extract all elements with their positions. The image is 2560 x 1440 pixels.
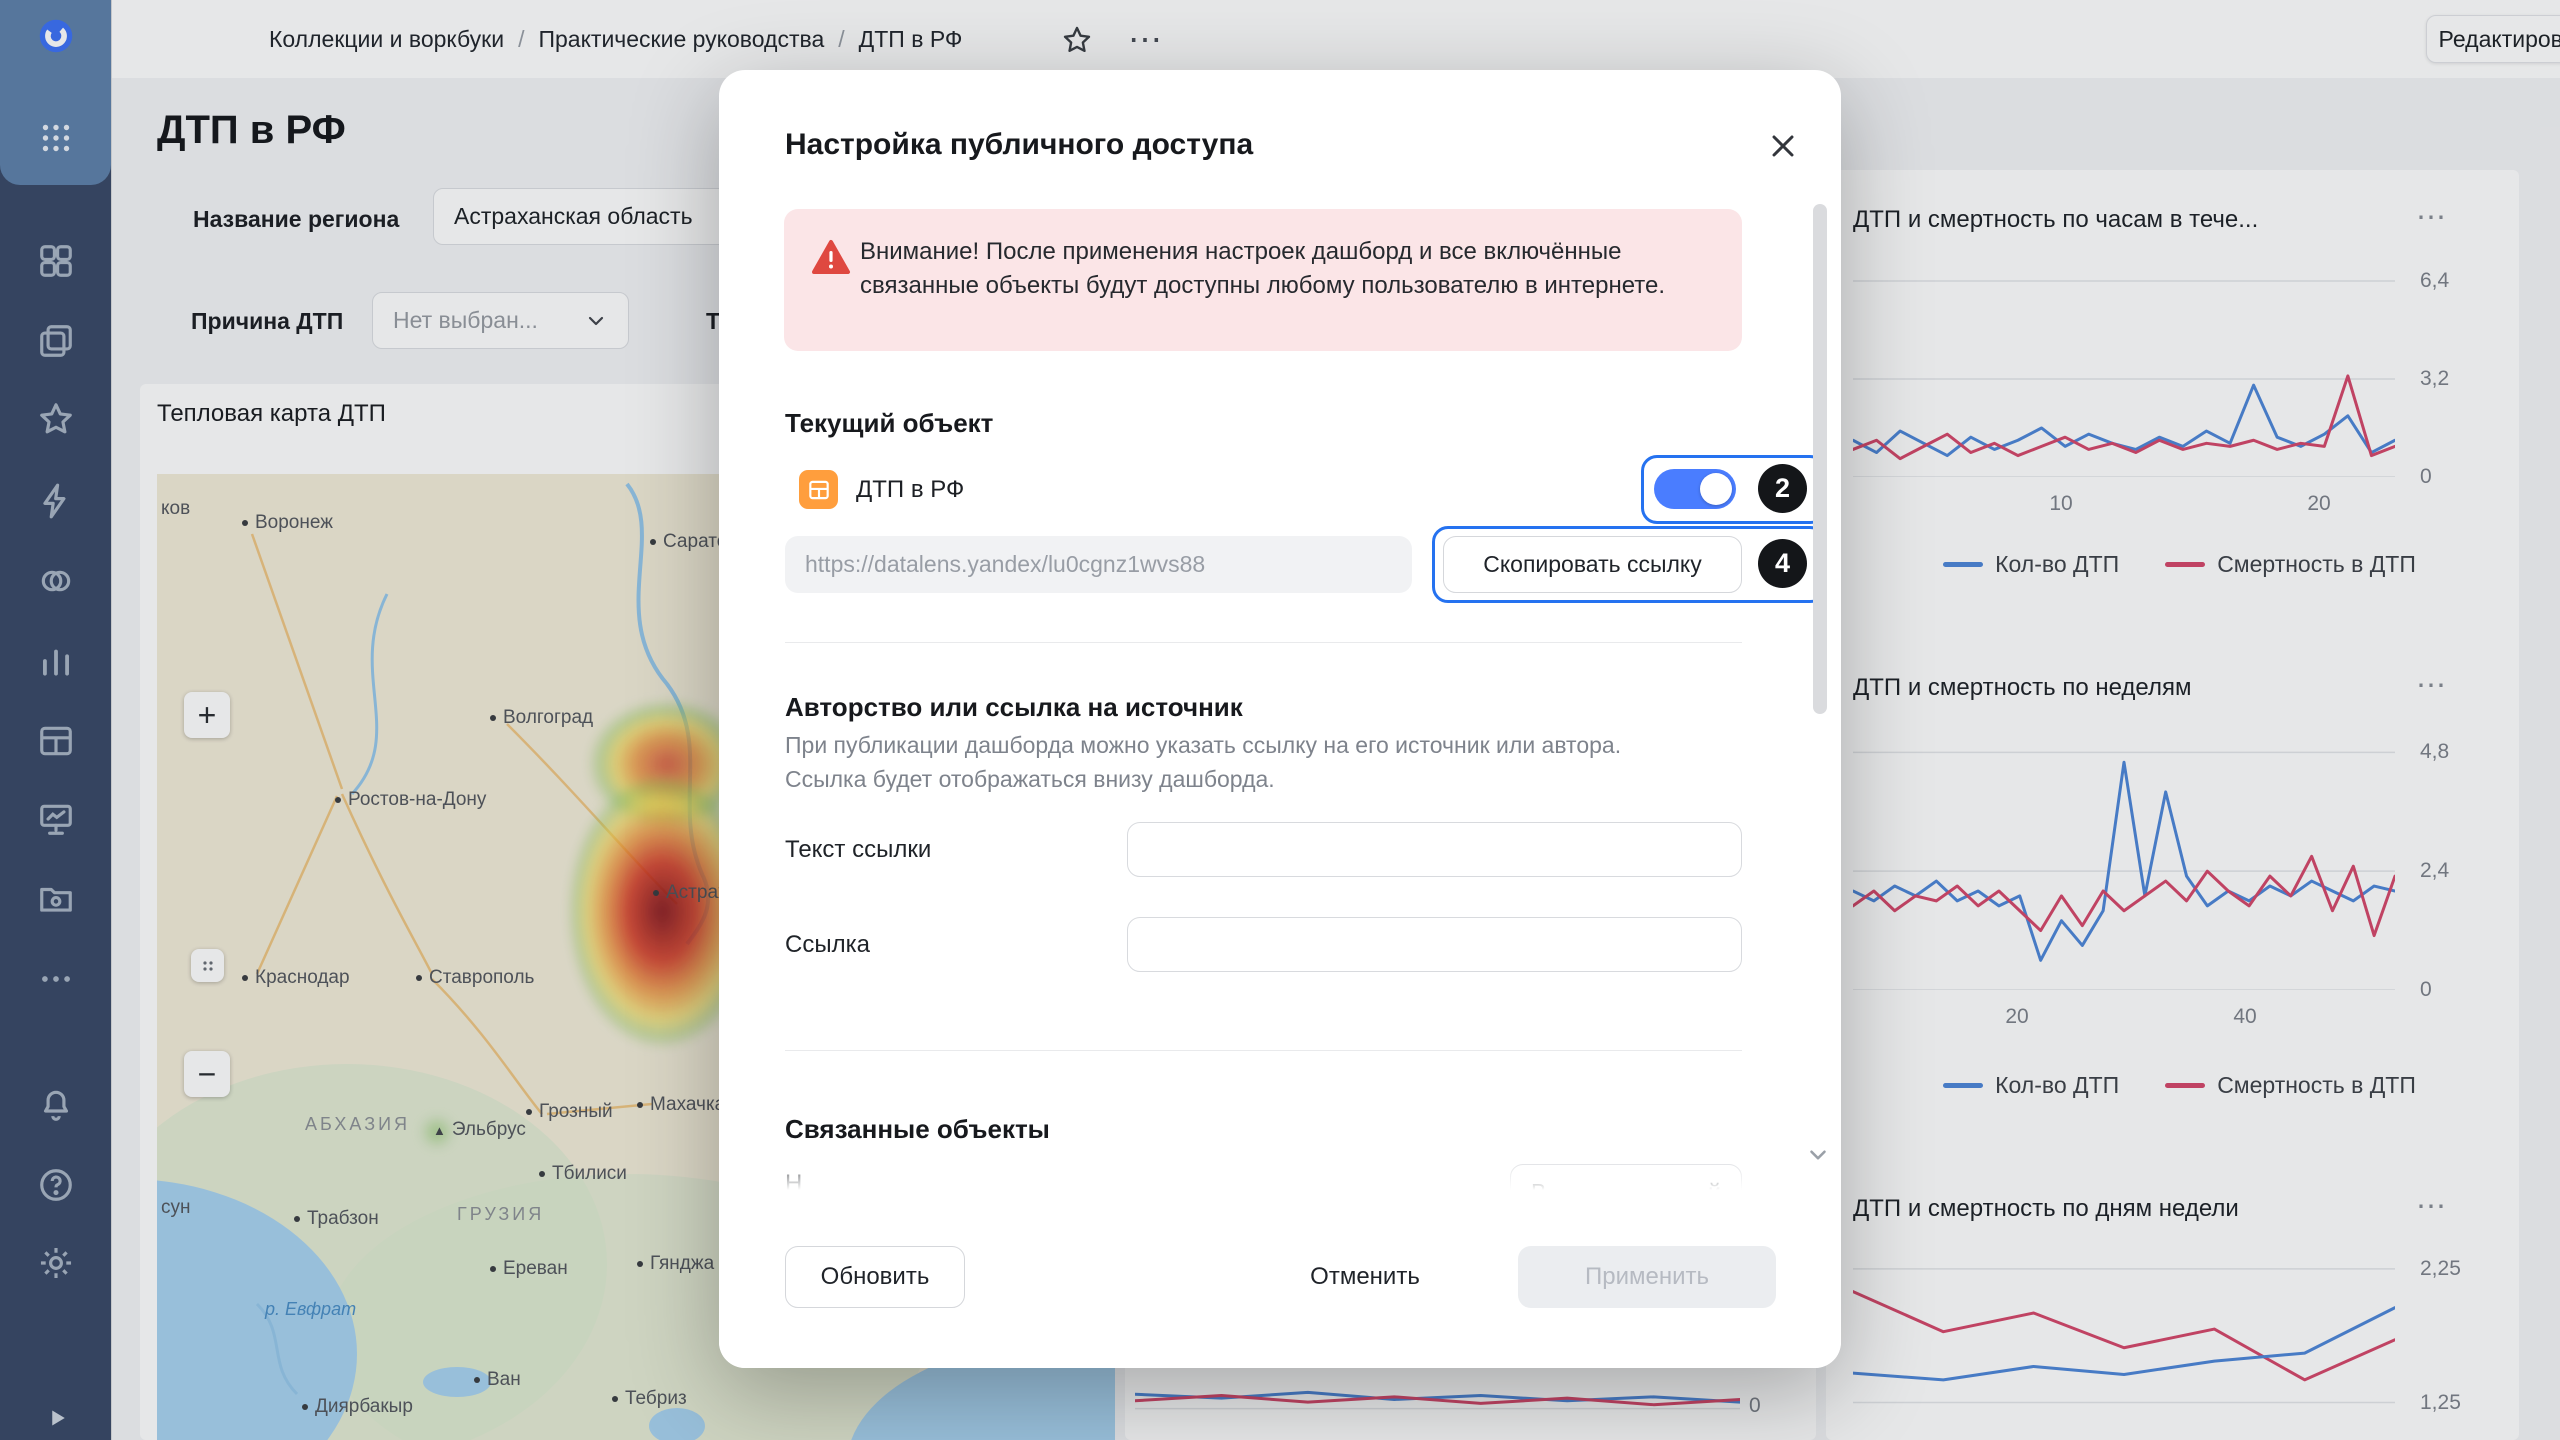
current-object-heading: Текущий объект bbox=[785, 408, 993, 439]
link-url-input[interactable] bbox=[1127, 917, 1742, 972]
object-name: ДТП в РФ bbox=[856, 476, 964, 504]
dashboard-object-icon bbox=[799, 470, 838, 509]
section-divider bbox=[785, 642, 1742, 643]
warning-text: Внимание! После применения настроек дашб… bbox=[860, 238, 1665, 299]
public-link-input[interactable] bbox=[785, 536, 1412, 593]
copy-link-button[interactable]: Скопировать ссылку bbox=[1443, 536, 1742, 593]
scroll-down-chevron-icon[interactable] bbox=[1805, 1142, 1831, 1173]
public-access-dialog: Настройка публичного доступа Внимание! П… bbox=[719, 70, 1841, 1368]
warning-icon bbox=[810, 237, 852, 287]
authorship-heading: Авторство или ссылка на источник bbox=[785, 692, 1243, 723]
authorship-description: При публикации дашборда можно указать сс… bbox=[785, 728, 1700, 796]
link-text-label: Текст ссылки bbox=[785, 836, 931, 864]
section-divider bbox=[785, 1050, 1742, 1051]
dialog-footer: Обновить Отменить Применить bbox=[719, 1190, 1841, 1368]
toggle-knob bbox=[1700, 473, 1732, 505]
dialog-title: Настройка публичного доступа bbox=[785, 128, 1253, 162]
public-access-toggle[interactable] bbox=[1654, 469, 1736, 509]
related-objects-heading: Связанные объекты bbox=[785, 1114, 1050, 1145]
step-badge-4: 4 bbox=[1758, 539, 1807, 588]
link-text-input[interactable] bbox=[1127, 822, 1742, 877]
refresh-button[interactable]: Обновить bbox=[785, 1246, 965, 1308]
step-badge-2: 2 bbox=[1758, 464, 1807, 513]
modal-scrollbar-thumb[interactable] bbox=[1813, 204, 1827, 714]
apply-button-disabled[interactable]: Применить bbox=[1518, 1246, 1776, 1308]
cancel-button[interactable]: Отменить bbox=[1280, 1246, 1450, 1308]
screen: Коллекции и воркбуки / Практические руко… bbox=[0, 0, 2560, 1440]
link-url-label: Ссылка bbox=[785, 931, 870, 959]
warning-alert: Внимание! После применения настроек дашб… bbox=[784, 209, 1742, 351]
close-icon[interactable] bbox=[1759, 122, 1807, 170]
